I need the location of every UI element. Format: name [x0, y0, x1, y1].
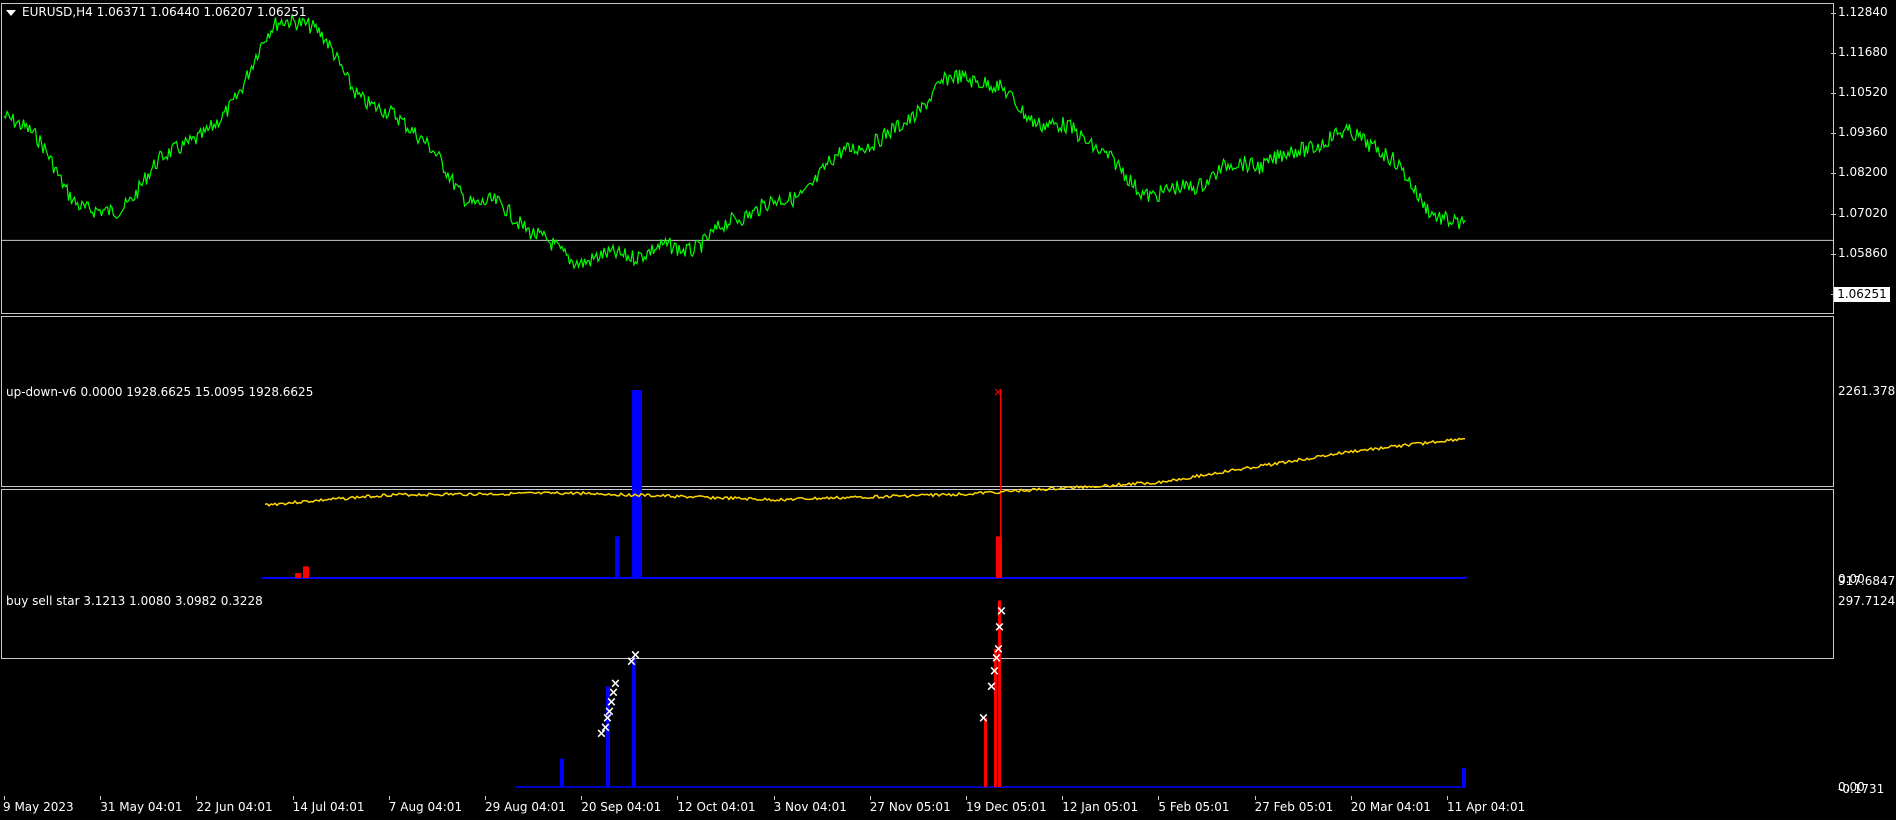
x-tick-label: 20 Sep 04:01: [581, 800, 662, 814]
price-tick-mark: [1831, 173, 1836, 175]
price-pane-title: EURUSD,H4 1.06371 1.06440 1.06207 1.0625…: [6, 5, 307, 19]
sell-bar: [984, 717, 987, 787]
x-tick-mark: [485, 796, 486, 800]
price-tick-label: 1.11680: [1838, 45, 1888, 60]
x-tick-mark: [388, 796, 390, 800]
down-bar: [295, 573, 301, 578]
chart-canvas: ×××××××××××××××××: [2, 14, 1833, 788]
buy-bar: [560, 758, 564, 787]
x-tick-label: 12 Jan 05:01: [1062, 800, 1139, 814]
x-tick-label: 12 Oct 04:01: [677, 800, 756, 814]
x-tick-label: 22 Jun 04:01: [196, 800, 273, 814]
star-marker: ×: [978, 711, 989, 726]
x-tick-mark: [100, 796, 102, 800]
updown-cross-marker: ×: [993, 385, 1003, 399]
dropdown-triangle-icon[interactable]: [6, 9, 16, 16]
x-tick-mark: [196, 796, 198, 800]
x-tick-mark: [4, 796, 5, 800]
price-tick-mark: [1831, 133, 1836, 135]
star-marker: ×: [630, 648, 641, 663]
x-tick-label: 19 Dec 05:01: [966, 800, 1047, 814]
star-marker: ×: [610, 676, 621, 691]
star-marker: ×: [993, 642, 1004, 657]
x-tick-label: 27 Feb 05:01: [1254, 800, 1334, 814]
buysell-y-top: 297.7124: [1838, 594, 1896, 608]
star-marker: ×: [994, 620, 1005, 635]
current-price-box: 1.06251: [1834, 287, 1890, 302]
x-tick-mark: [677, 796, 679, 800]
price-tick-mark: [1831, 213, 1836, 215]
x-tick-mark: [773, 796, 775, 800]
price-tick-label: 1.07020: [1838, 205, 1888, 220]
down-bar: [303, 566, 309, 578]
updown-y-bottom-b: 917.6847: [1838, 574, 1896, 588]
x-tick-label: 31 May 04:01: [100, 800, 183, 814]
x-tick-mark: [581, 796, 583, 800]
x-tick-label: 11 Apr 04:01: [1447, 800, 1526, 814]
buy-bar: [1462, 768, 1466, 787]
price-series-line: [3, 14, 1466, 270]
star-marker: ×: [986, 679, 997, 694]
price-tick-mark: [1831, 253, 1836, 255]
price-tick-label: 1.09360: [1838, 125, 1888, 140]
x-tick-label: 9 May 2023: [3, 800, 74, 814]
price-tick-label: 1.08200: [1838, 165, 1888, 180]
x-tick-mark: [1158, 796, 1160, 800]
x-tick-mark: [1254, 796, 1256, 800]
price-tick-mark: [1831, 93, 1836, 95]
down-bar: [1000, 390, 1002, 578]
x-tick-mark: [1350, 796, 1352, 800]
star-marker: ×: [996, 604, 1007, 619]
x-tick-label: 14 Jul 04:01: [292, 800, 365, 814]
x-tick-mark: [1447, 796, 1448, 800]
price-tick-mark: [1831, 53, 1836, 55]
updown-y-top: 2261.3787: [1838, 384, 1896, 398]
x-tick-label: 5 Feb 05:01: [1158, 800, 1230, 814]
x-tick-label: 20 Mar 04:01: [1350, 800, 1431, 814]
avg-series-line: [264, 437, 1466, 507]
x-tick-mark: [966, 796, 967, 800]
buy-bar: [632, 658, 636, 787]
price-tick-label: 1.05860: [1838, 245, 1888, 260]
x-tick-label: 27 Nov 05:01: [869, 800, 951, 814]
buysell-pane-title: buy sell star 3.1213 1.0080 3.0982 0.322…: [6, 594, 263, 608]
price-tick-label: 1.12840: [1838, 5, 1888, 20]
x-tick-mark: [869, 796, 871, 800]
price-title-text: EURUSD,H4 1.06371 1.06440 1.06207 1.0625…: [22, 5, 307, 19]
price-tick-label: 1.10520: [1838, 85, 1888, 100]
x-tick-label: 29 Aug 04:01: [485, 800, 566, 814]
up-bar: [1464, 576, 1468, 578]
x-tick-label: 7 Aug 04:01: [388, 800, 463, 814]
buysell-y-bottom-b: -0.1731: [1838, 782, 1885, 796]
x-tick-mark: [292, 796, 294, 800]
price-tick-mark: [1831, 13, 1836, 15]
up-bar: [638, 536, 642, 578]
x-tick-mark: [1062, 796, 1064, 800]
updown-pane-title: up-down-v6 0.0000 1928.6625 15.0095 1928…: [6, 385, 314, 399]
up-bar: [615, 536, 619, 578]
x-tick-label: 3 Nov 04:01: [773, 800, 847, 814]
